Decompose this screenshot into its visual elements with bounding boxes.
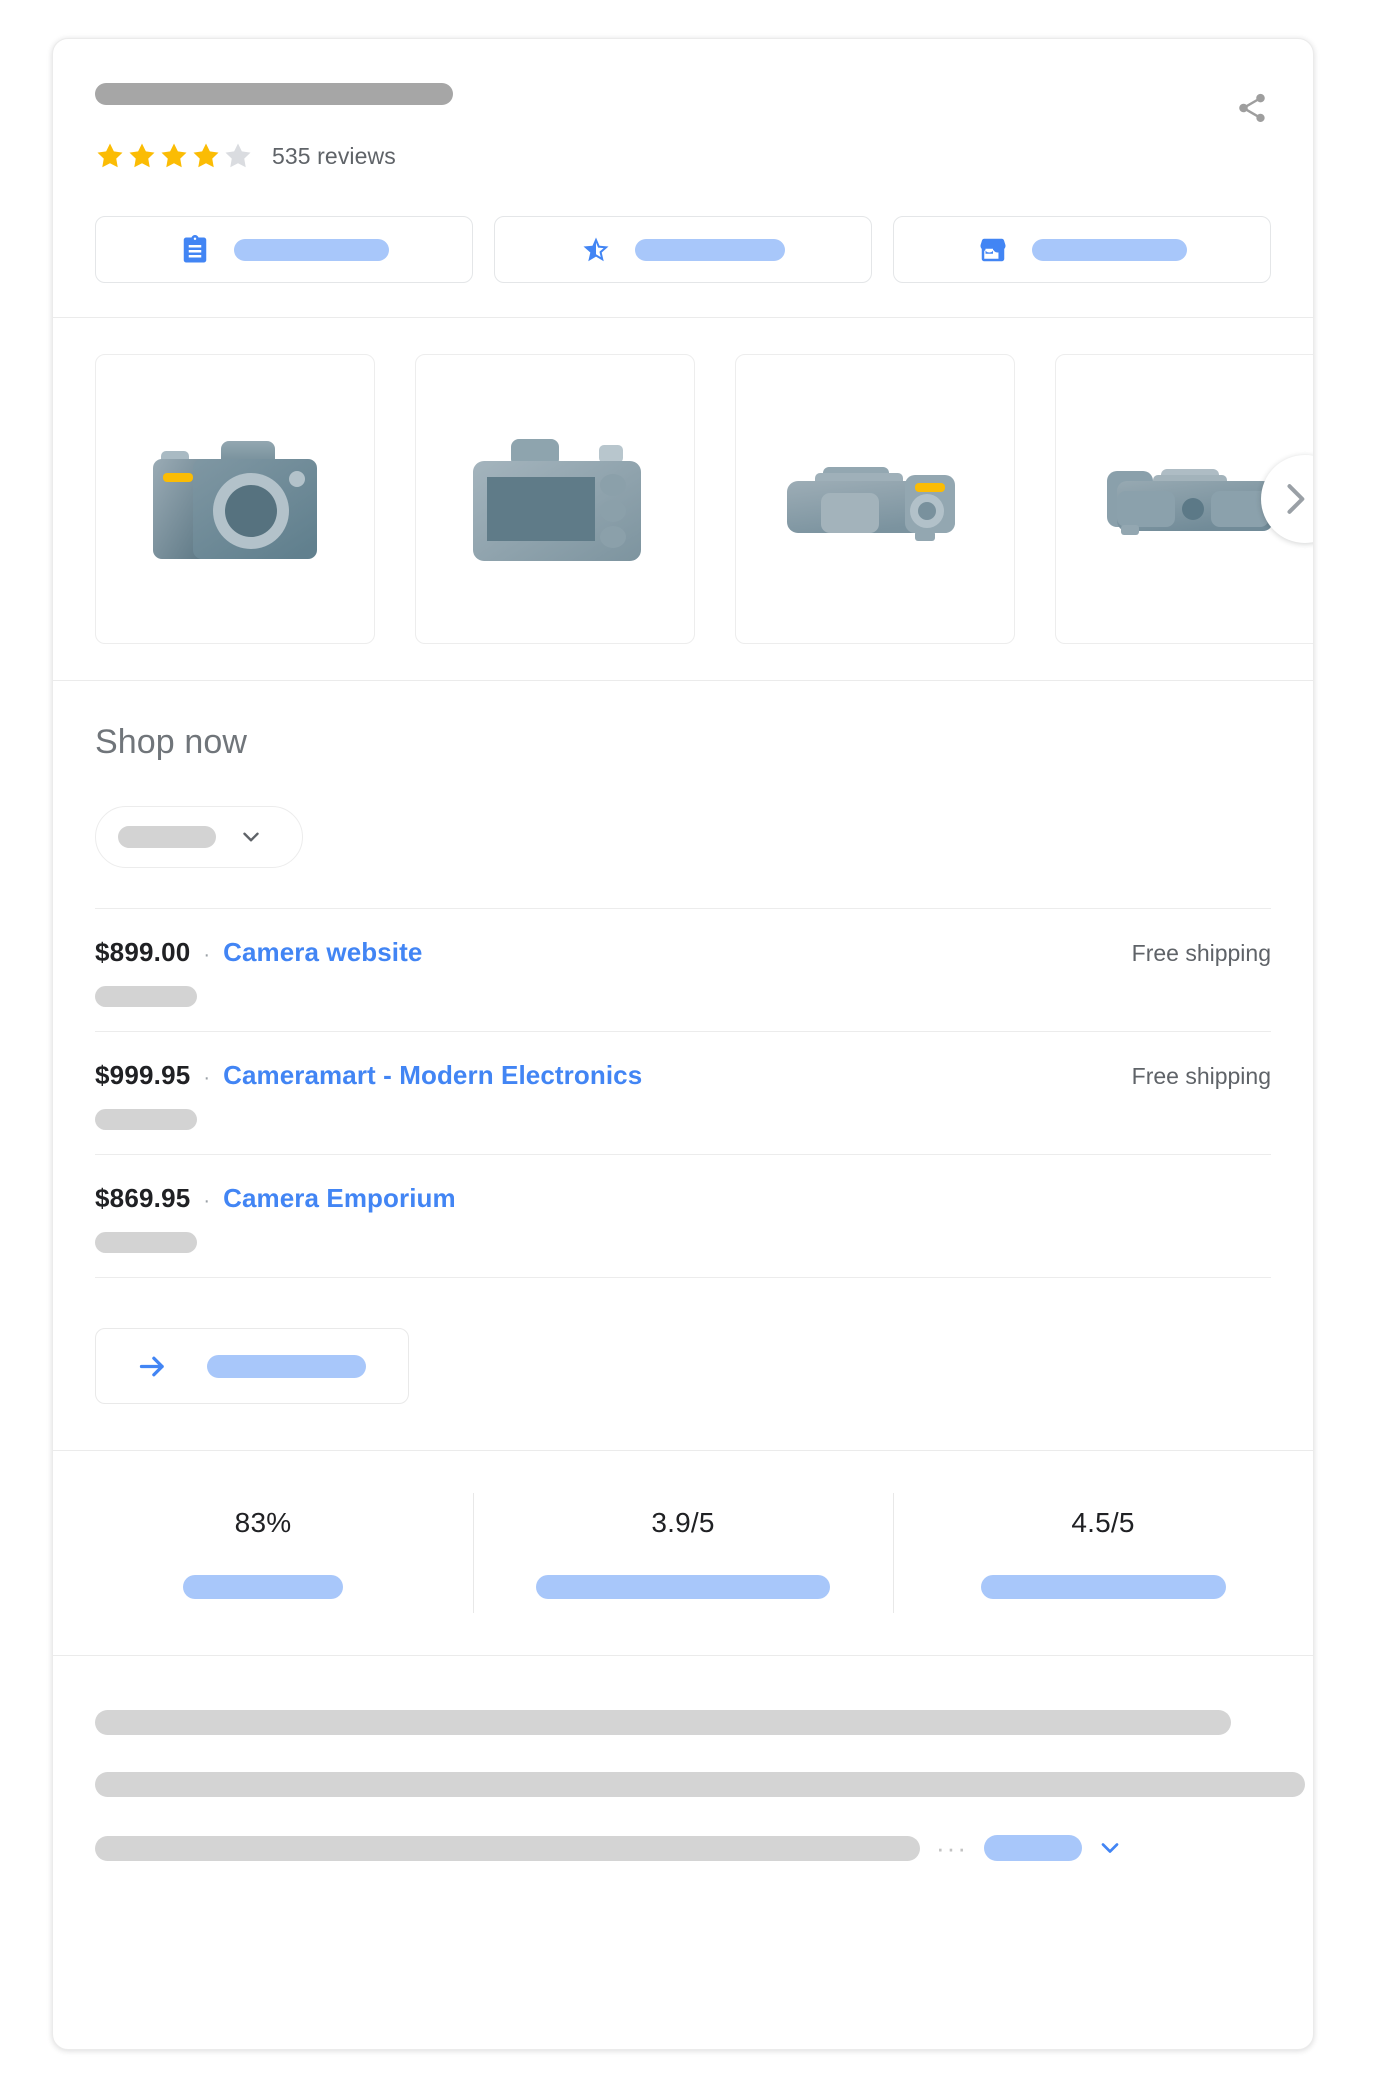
description-line-placeholder [95,1772,1305,1797]
tab-row [95,216,1271,283]
description-section: ··· [53,1656,1313,1862]
rating-row: 535 reviews [95,139,1271,173]
more-offers-label-placeholder [207,1355,366,1378]
camera-side-icon [775,419,975,579]
chevron-down-icon [238,824,264,850]
gallery-item[interactable] [735,354,1015,644]
dropdown-value-placeholder [118,826,216,848]
offer-detail-placeholder [95,1109,197,1130]
stat-label-placeholder [981,1575,1226,1599]
offer-merchant-link[interactable]: Camera website [223,937,422,968]
stat-cell: 4.5/5 [893,1507,1313,1599]
offer-price: $999.95 [95,1060,190,1091]
offer-main: $869.95 · Camera Emporium [95,1183,1271,1214]
clipboard-icon [180,235,210,265]
star-rating [95,141,253,171]
gallery-item[interactable] [415,354,695,644]
offer-shipping: Free shipping [1132,1063,1271,1090]
star-empty-icon [223,141,253,171]
gallery-item[interactable] [95,354,375,644]
offer-shipping: Free shipping [1132,940,1271,967]
arrow-right-icon [136,1350,169,1383]
offer-detail-placeholder [95,986,197,1007]
image-gallery [53,318,1313,681]
stat-label-placeholder [536,1575,830,1599]
truncation-ellipsis: ··· [936,1835,968,1861]
gallery-track [95,354,1313,644]
offer-row[interactable]: $869.95 · Camera Emporium [95,1154,1271,1278]
tab-label-placeholder [1032,239,1187,261]
expand-label-placeholder[interactable] [984,1835,1082,1861]
tab-label-placeholder [234,239,389,261]
chevron-down-icon[interactable] [1096,1834,1124,1862]
tab-label-placeholder [635,239,785,261]
stat-label-placeholder [183,1575,343,1599]
share-button[interactable] [1231,87,1273,129]
reviews-count: 535 reviews [272,143,396,170]
star-filled-icon [127,141,157,171]
description-line-placeholder [95,1710,1231,1735]
star-filled-icon [95,141,125,171]
offer-separator: · [203,1191,210,1211]
tab-reviews[interactable] [494,216,872,283]
offer-merchant-link[interactable]: Camera Emporium [223,1183,456,1214]
star-filled-icon [159,141,189,171]
star-filled-icon [191,141,221,171]
tab-stores[interactable] [893,216,1271,283]
tab-overview[interactable] [95,216,473,283]
camera-front-icon [135,419,335,579]
shop-now-title: Shop now [95,723,1271,762]
description-last-line: ··· [95,1834,1271,1862]
stat-value: 4.5/5 [1071,1507,1134,1539]
stat-value: 83% [235,1507,292,1539]
offer-separator: · [203,1068,210,1088]
share-icon [1235,91,1269,125]
offer-list: $899.00 · Camera website Free shipping $… [95,908,1271,1278]
more-offers-button[interactable] [95,1328,409,1404]
card-header: 535 reviews [53,39,1313,318]
stat-cell: 83% [53,1507,473,1599]
page-root: 535 reviews [0,0,1400,2100]
offer-row[interactable]: $899.00 · Camera website Free shipping [95,908,1271,1031]
shop-now-section: Shop now $899.00 · Camera website Free s… [53,681,1313,1451]
shop-filter-dropdown[interactable] [95,806,303,868]
stat-cell: 3.9/5 [473,1507,893,1599]
offer-price: $869.95 [95,1183,190,1214]
storefront-icon [978,235,1008,265]
stat-value: 3.9/5 [651,1507,714,1539]
half-star-icon [581,235,611,265]
chevron-right-icon [1273,477,1313,521]
knowledge-panel-card: 535 reviews [52,38,1314,2050]
offer-row[interactable]: $999.95 · Cameramart - Modern Electronic… [95,1031,1271,1154]
product-title-placeholder [95,83,453,105]
offer-main: $899.00 · Camera website Free shipping [95,937,1271,968]
offer-price: $899.00 [95,937,190,968]
offer-separator: · [203,945,210,965]
offer-merchant-link[interactable]: Cameramart - Modern Electronics [223,1060,642,1091]
stats-section: 83% 3.9/5 4.5/5 [53,1451,1313,1656]
description-line-placeholder [95,1836,920,1861]
offer-detail-placeholder [95,1232,197,1253]
camera-back-icon [455,419,655,579]
offer-main: $999.95 · Cameramart - Modern Electronic… [95,1060,1271,1091]
